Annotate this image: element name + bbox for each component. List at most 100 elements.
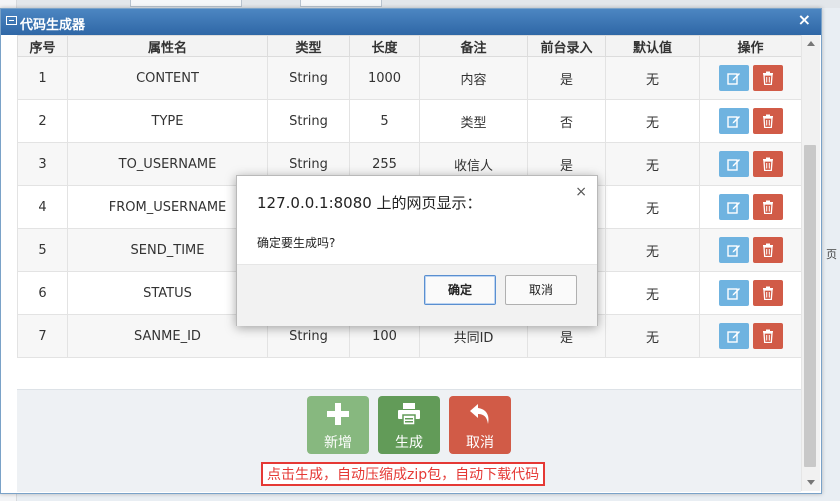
delete-button[interactable] xyxy=(752,194,783,220)
trash-icon xyxy=(762,200,773,214)
column-header: 默认值 xyxy=(605,35,700,57)
edit-button[interactable] xyxy=(718,151,749,177)
table-cell-default: 无 xyxy=(605,142,700,186)
table-cell-default: 无 xyxy=(605,99,700,143)
table-cell-actions xyxy=(699,142,801,186)
table-cell-actions xyxy=(699,271,801,315)
table-cell-default: 无 xyxy=(605,56,700,100)
table-cell-no: 4 xyxy=(17,185,68,229)
table-cell-default: 无 xyxy=(605,271,700,315)
scroll-up-icon[interactable] xyxy=(807,41,815,46)
new-button[interactable]: 新增 xyxy=(307,396,369,454)
new-button-label: 新增 xyxy=(324,435,352,451)
dialog-title: 127.0.0.1:8080 上的网页显示： xyxy=(257,194,482,212)
column-header: 属性名 xyxy=(67,35,268,57)
delete-button[interactable] xyxy=(752,151,783,177)
trash-icon xyxy=(762,157,773,171)
delete-button[interactable] xyxy=(752,237,783,263)
edit-icon xyxy=(726,159,740,171)
edit-icon xyxy=(726,245,740,257)
table-cell-no: 1 xyxy=(17,56,68,100)
undo-icon xyxy=(470,404,489,424)
trash-icon xyxy=(762,286,773,300)
trash-icon xyxy=(762,243,773,257)
column-header: 类型 xyxy=(267,35,350,57)
table-cell-length: 1000 xyxy=(349,56,420,100)
delete-button[interactable] xyxy=(752,280,783,306)
edit-button[interactable] xyxy=(718,65,749,91)
edit-button[interactable] xyxy=(718,108,749,134)
table-cell-actions xyxy=(699,314,801,358)
table-cell-default: 无 xyxy=(605,228,700,272)
trash-icon xyxy=(762,71,773,85)
table-cell-default: 无 xyxy=(605,314,700,358)
cancel-button-label: 取消 xyxy=(466,435,494,451)
edit-icon xyxy=(726,202,740,214)
table-row: 1 CONTENT String 1000 内容是无 xyxy=(17,56,801,100)
edit-button[interactable] xyxy=(718,280,749,306)
edit-button[interactable] xyxy=(718,194,749,220)
table-cell-actions xyxy=(699,228,801,272)
modal-title-bar[interactable]: 代码生成器 × xyxy=(1,9,821,35)
column-header: 备注 xyxy=(419,35,528,57)
delete-button[interactable] xyxy=(752,323,783,349)
table-cell-type: String xyxy=(267,56,350,100)
modal-footer: 新增 生成 取消 点击生成，自动压缩成zip包，自动下载代码 xyxy=(17,389,801,492)
dialog-close-button[interactable]: × xyxy=(575,184,587,200)
dialog-button-bar: 确定 取消 xyxy=(237,264,597,326)
edit-icon xyxy=(726,116,740,128)
delete-button[interactable] xyxy=(752,65,783,91)
table-cell-no: 7 xyxy=(17,314,68,358)
trash-icon xyxy=(762,329,773,343)
scrollbar-thumb[interactable] xyxy=(804,145,816,467)
table-cell-input: 否 xyxy=(527,99,606,143)
column-header: 操作 xyxy=(699,35,801,57)
column-header: 前台录入 xyxy=(527,35,606,57)
generate-button-label: 生成 xyxy=(395,435,423,451)
background-tab[interactable] xyxy=(300,0,382,7)
column-header: 长度 xyxy=(349,35,420,57)
confirm-dialog: 127.0.0.1:8080 上的网页显示： × 确定要生成吗? 确定 取消 xyxy=(236,175,598,326)
vertical-scrollbar[interactable] xyxy=(801,35,820,491)
edit-icon xyxy=(726,331,740,343)
table-cell-actions xyxy=(699,56,801,100)
table-cell-name: TYPE xyxy=(67,99,268,143)
dialog-message: 确定要生成吗? xyxy=(257,236,336,250)
generate-hint: 点击生成，自动压缩成zip包，自动下载代码 xyxy=(261,462,546,486)
print-icon xyxy=(398,403,420,426)
window-icon xyxy=(6,16,17,25)
dialog-cancel-button[interactable]: 取消 xyxy=(505,275,577,305)
edit-icon xyxy=(726,73,740,85)
scroll-down-icon[interactable] xyxy=(807,480,815,485)
generate-button[interactable]: 生成 xyxy=(378,396,440,454)
table-cell-input: 是 xyxy=(527,56,606,100)
plus-icon xyxy=(327,403,349,425)
table-cell-no: 5 xyxy=(17,228,68,272)
cancel-button[interactable]: 取消 xyxy=(449,396,511,454)
table-cell-name: CONTENT xyxy=(67,56,268,100)
column-header: 序号 xyxy=(17,35,68,57)
modal-title: 代码生成器 xyxy=(20,18,86,33)
table-cell-default: 无 xyxy=(605,185,700,229)
modal-close-button[interactable]: × xyxy=(798,10,811,29)
table-row: 2 TYPE String 5 类型否无 xyxy=(17,99,801,143)
table-cell-no: 6 xyxy=(17,271,68,315)
background-right-fragment: 页 xyxy=(826,248,837,261)
table-cell-type: String xyxy=(267,99,350,143)
table-cell-comment: 内容 xyxy=(419,56,528,100)
dialog-ok-button[interactable]: 确定 xyxy=(424,275,496,305)
edit-icon xyxy=(726,288,740,300)
table-cell-no: 2 xyxy=(17,99,68,143)
table-cell-actions xyxy=(699,185,801,229)
background-tab-strip xyxy=(0,0,840,8)
grid-left-gutter xyxy=(1,35,17,65)
table-cell-length: 5 xyxy=(349,99,420,143)
table-cell-comment: 类型 xyxy=(419,99,528,143)
delete-button[interactable] xyxy=(752,108,783,134)
edit-button[interactable] xyxy=(718,323,749,349)
background-tab[interactable] xyxy=(130,0,242,7)
table-cell-no: 3 xyxy=(17,142,68,186)
trash-icon xyxy=(762,114,773,128)
edit-button[interactable] xyxy=(718,237,749,263)
table-header-row: 序号 属性名 类型 长度 备注 前台录入 默认值 操作 xyxy=(17,35,801,57)
